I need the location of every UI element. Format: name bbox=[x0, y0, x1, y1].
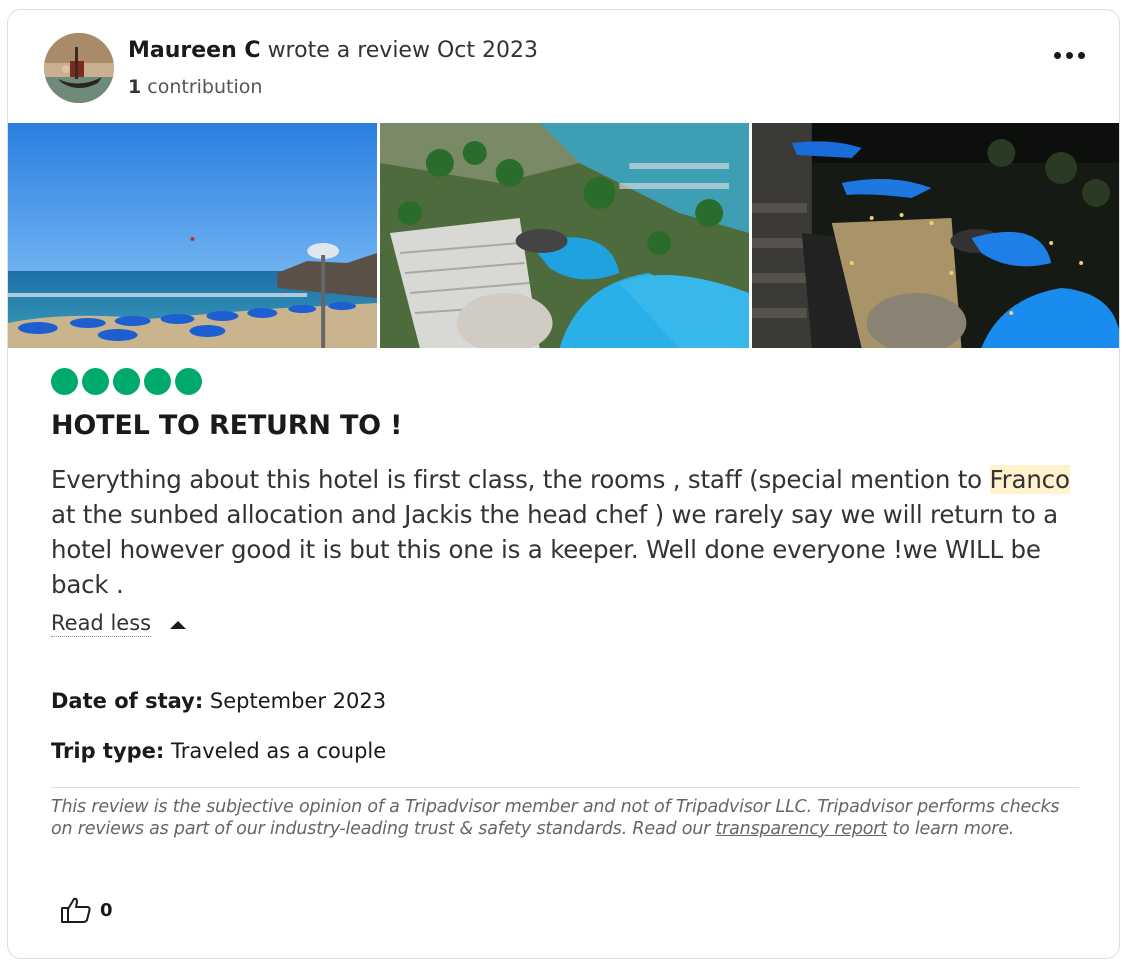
rating-bubble-icon bbox=[113, 368, 140, 395]
date-of-stay-label: Date of stay: bbox=[51, 689, 204, 713]
rating-bubbles bbox=[51, 368, 202, 395]
rating-bubble-icon bbox=[82, 368, 109, 395]
photo-pool-night[interactable] bbox=[752, 123, 1119, 348]
helpful-vote-button[interactable]: 0 bbox=[60, 896, 113, 924]
photo-beach[interactable] bbox=[8, 123, 377, 348]
rating-bubble-icon bbox=[175, 368, 202, 395]
helpful-count: 0 bbox=[100, 899, 113, 921]
contribution-label: contribution bbox=[147, 76, 263, 98]
review-disclaimer: This review is the subjective opinion of… bbox=[51, 797, 1081, 840]
avatar[interactable] bbox=[44, 33, 114, 103]
divider bbox=[51, 787, 1079, 788]
photo-pool-aerial[interactable] bbox=[380, 123, 749, 348]
review-text-part1: Everything about this hotel is first cla… bbox=[51, 465, 990, 494]
trip-type-value: Traveled as a couple bbox=[171, 739, 387, 763]
disclaimer-suffix: to learn more. bbox=[886, 818, 1015, 839]
review-title[interactable]: HOTEL TO RETURN TO ! bbox=[51, 410, 402, 441]
more-dot bbox=[1077, 51, 1085, 59]
date-of-stay-value: September 2023 bbox=[209, 689, 387, 713]
contribution-count: 1 bbox=[128, 76, 142, 98]
read-less-button[interactable]: Read less bbox=[51, 611, 152, 637]
more-options-button[interactable] bbox=[1047, 40, 1091, 70]
pool-aerial-photo-icon bbox=[380, 123, 749, 348]
transparency-report-link[interactable]: transparency report bbox=[716, 819, 888, 839]
rating-bubble-icon bbox=[51, 368, 78, 395]
reviewer-name[interactable]: Maureen C bbox=[128, 38, 261, 63]
beach-photo-icon bbox=[8, 123, 377, 348]
review-highlight: Franco bbox=[989, 465, 1070, 494]
thumbs-up-icon bbox=[61, 897, 91, 923]
review-text-part2: at the sunbed allocation and Jackis the … bbox=[51, 500, 1058, 599]
review-action: wrote a review Oct 2023 bbox=[267, 38, 538, 63]
rating-bubble-icon bbox=[144, 368, 171, 395]
caret-up-icon[interactable] bbox=[170, 621, 186, 629]
pool-night-photo-icon bbox=[752, 123, 1119, 348]
contribution-info: 1 contribution bbox=[128, 76, 262, 98]
trip-type: Trip type: Traveled as a couple bbox=[51, 739, 386, 763]
date-of-stay: Date of stay: September 2023 bbox=[51, 689, 386, 713]
reviewer-line: Maureen C wrote a review Oct 2023 bbox=[128, 38, 538, 63]
review-photos bbox=[8, 123, 1119, 348]
trip-type-label: Trip type: bbox=[51, 739, 165, 763]
review-body: Everything about this hotel is first cla… bbox=[51, 462, 1081, 602]
more-dot bbox=[1065, 51, 1073, 59]
review-card: Maureen C wrote a review Oct 2023 1 cont… bbox=[7, 9, 1120, 959]
more-dots-icon bbox=[1053, 51, 1061, 59]
